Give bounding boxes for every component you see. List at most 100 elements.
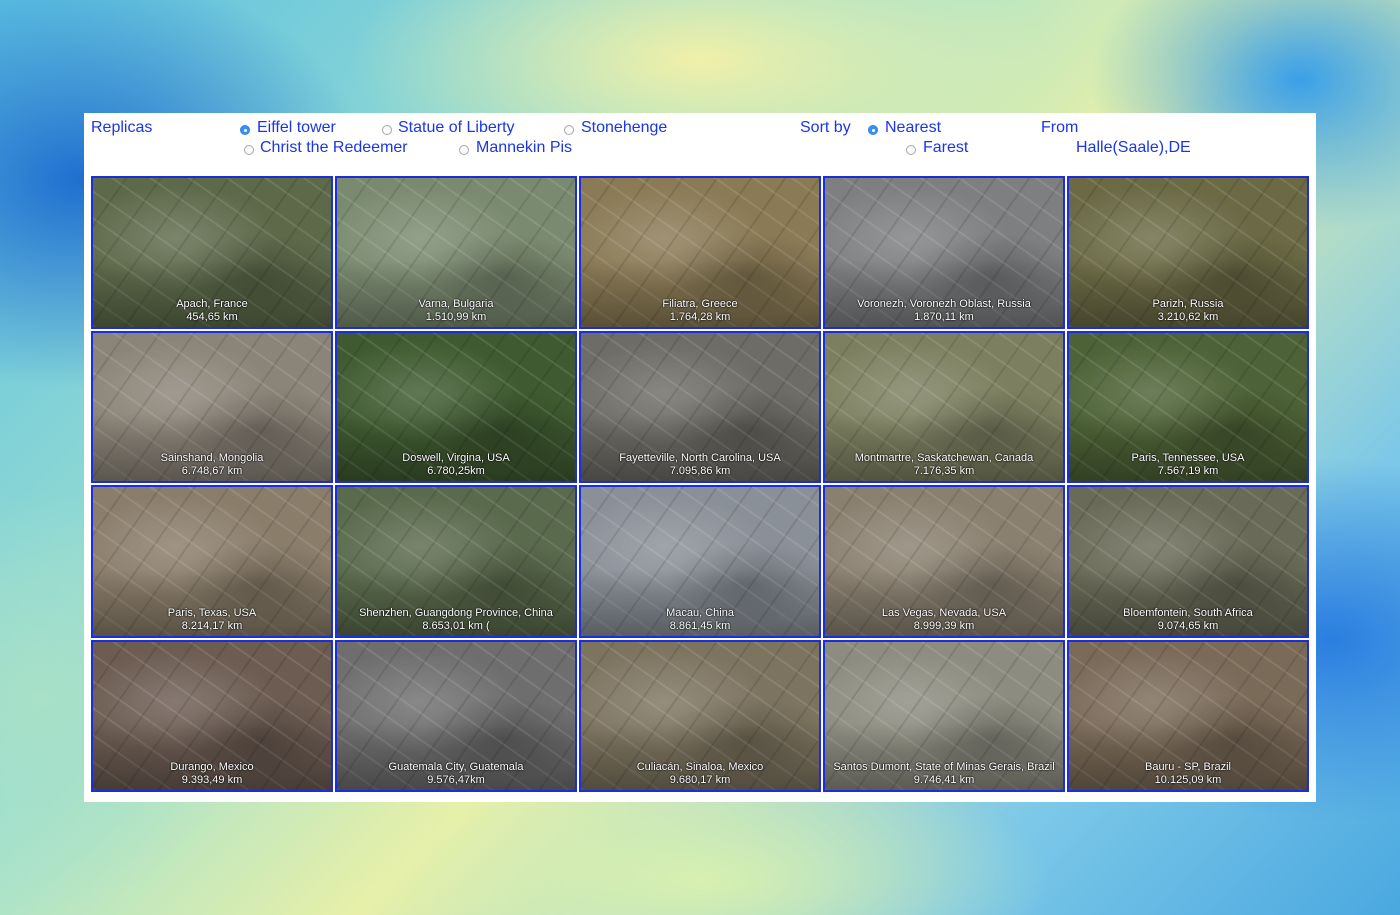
tile-distance: 1.870,11 km <box>914 310 974 323</box>
tile-caption: Filiatra, Greece 1.764,28 km <box>581 298 819 324</box>
tile-distance: 10.125,09 km <box>1154 774 1222 786</box>
radio-eiffel-tower[interactable] <box>240 125 250 135</box>
tile-place: Parizh, Russia <box>1152 297 1224 310</box>
tile-distance: 1.764,28 km <box>669 310 731 323</box>
tile-caption: Guatemala City, Guatemala 9.576,47km <box>337 761 575 787</box>
tile-distance: 7.095,86 km <box>669 465 731 477</box>
replica-tile[interactable]: Guatemala City, Guatemala 9.576,47km <box>335 639 577 792</box>
replica-panel: Replicas Eiffel tower Statue of Liberty … <box>84 113 1316 802</box>
replica-grid: Apach, France 454,65 km Varna, Bulgaria 1.5… <box>91 176 1309 792</box>
replica-tile[interactable]: Montmartre, Saskatchewan, Canada 7.176,35… <box>823 330 1065 483</box>
tile-place: Guatemala City, Guatemala <box>388 761 524 773</box>
tile-place: Shenzhen, Guangdong Province, China <box>359 606 553 619</box>
option-label-statue-of-liberty[interactable]: Statue of Liberty <box>398 119 515 137</box>
radio-christ-the-redeemer[interactable] <box>244 145 254 155</box>
tile-place: Durango, Mexico <box>170 761 254 773</box>
sort-label-farest[interactable]: Farest <box>923 139 968 157</box>
replica-tile[interactable]: Santos Dumont, State of Minas Gerais, Br… <box>823 639 1065 792</box>
tile-place: Doswell, Virgina, USA <box>402 452 510 464</box>
tile-distance: 8.653,01 km ( <box>422 619 490 632</box>
replica-tile[interactable]: Culiacán, Sinaloa, Mexico 9.680,17 km <box>579 639 821 792</box>
option-label-mannekin-pis[interactable]: Mannekin Pis <box>476 139 572 157</box>
tile-place: Bauru - SP, Brazil <box>1144 761 1231 773</box>
radio-sort-nearest[interactable] <box>868 125 878 135</box>
tile-caption: Parizh, Russia 3.210,62 km <box>1069 298 1307 324</box>
tile-caption: Paris, Tennessee, USA 7.567,19 km <box>1069 452 1307 478</box>
radio-stonehenge[interactable] <box>564 125 574 135</box>
replica-tile[interactable]: Macau, China 8.861,45 km <box>579 485 821 638</box>
tile-caption: Las Vegas, Nevada, USA 8.999,39 km <box>825 607 1063 633</box>
tile-distance: 7.567,19 km <box>1157 465 1219 477</box>
replica-tile[interactable]: Sainshand, Mongolia 6.748,67 km <box>91 330 333 483</box>
tile-place: Montmartre, Saskatchewan, Canada <box>854 452 1034 464</box>
tile-caption: Montmartre, Saskatchewan, Canada 7.176,35… <box>825 452 1063 478</box>
tile-distance: 8.214,17 km <box>181 619 243 632</box>
from-location[interactable]: Halle(Saale),DE <box>1076 139 1191 157</box>
tile-caption: Fayetteville, North Carolina, USA 7.095,8… <box>581 452 819 478</box>
radio-sort-farest[interactable] <box>906 145 916 155</box>
tile-distance: 9.074,65 km <box>1157 619 1219 632</box>
tile-caption: Macau, China 8.861,45 km <box>581 607 819 633</box>
option-label-eiffel-tower[interactable]: Eiffel tower <box>257 119 336 137</box>
replica-tile[interactable]: Voronezh, Voronezh Oblast, Russia 1.870,1… <box>823 176 1065 329</box>
tile-place: Macau, China <box>666 606 734 619</box>
tile-distance: 6.780,25km <box>427 465 485 477</box>
tile-distance: 9.746,41 km <box>913 774 975 786</box>
sort-label-nearest[interactable]: Nearest <box>885 119 941 137</box>
tile-distance: 8.861,45 km <box>669 619 731 632</box>
from-label: From <box>1041 119 1079 136</box>
tile-distance: 6.748,67 km <box>181 465 243 477</box>
option-label-christ-the-redeemer[interactable]: Christ the Redeemer <box>260 139 408 157</box>
tile-caption: Durango, Mexico 9.393,49 km <box>93 761 331 787</box>
replica-tile[interactable]: Las Vegas, Nevada, USA 8.999,39 km <box>823 485 1065 638</box>
tile-place: Fayetteville, North Carolina, USA <box>619 452 781 464</box>
tile-distance: 8.999,39 km <box>913 619 975 632</box>
replica-tile[interactable]: Durango, Mexico 9.393,49 km <box>91 639 333 792</box>
tile-distance: 454,65 km <box>186 310 238 323</box>
tile-place: Apach, France <box>176 297 248 310</box>
replica-tile[interactable]: Fayetteville, North Carolina, USA 7.095,8… <box>579 330 821 483</box>
replica-tile[interactable]: Apach, France 454,65 km <box>91 176 333 329</box>
tile-place: Bloemfontein, South Africa <box>1123 606 1253 619</box>
tile-caption: Apach, France 454,65 km <box>93 298 331 324</box>
tile-caption: Paris, Texas, USA 8.214,17 km <box>93 607 331 633</box>
tile-distance: 9.680,17 km <box>669 774 731 786</box>
tile-caption: Santos Dumont, State of Minas Gerais, Br… <box>825 761 1063 787</box>
tile-caption: Bauru - SP, Brazil 10.125,09 km <box>1069 761 1307 787</box>
tile-place: Sainshand, Mongolia <box>160 452 264 464</box>
tile-caption: Doswell, Virgina, USA 6.780,25km <box>337 452 575 478</box>
tile-caption: Culiacán, Sinaloa, Mexico 9.680,17 km <box>581 761 819 787</box>
replica-tile[interactable]: Varna, Bulgaria 1.510,99 km <box>335 176 577 329</box>
replica-tile[interactable]: Paris, Texas, USA 8.214,17 km <box>91 485 333 638</box>
tile-caption: Bloemfontein, South Africa 9.074,65 km <box>1069 607 1307 633</box>
tile-caption: Sainshand, Mongolia 6.748,67 km <box>93 452 331 478</box>
tile-place: Culiacán, Sinaloa, Mexico <box>636 761 764 773</box>
tile-distance: 9.576,47km <box>427 774 485 786</box>
tile-place: Varna, Bulgaria <box>418 297 494 310</box>
tile-place: Filiatra, Greece <box>662 297 738 310</box>
replica-tile[interactable]: Doswell, Virgina, USA 6.780,25km <box>335 330 577 483</box>
replica-tile[interactable]: Bauru - SP, Brazil 10.125,09 km <box>1067 639 1309 792</box>
replica-tile[interactable]: Filiatra, Greece 1.764,28 km <box>579 176 821 329</box>
sort-by-label: Sort by <box>800 119 851 136</box>
replica-tile[interactable]: Shenzhen, Guangdong Province, China 8.653… <box>335 485 577 638</box>
tile-place: Las Vegas, Nevada, USA <box>881 606 1007 619</box>
tile-place: Paris, Tennessee, USA <box>1131 452 1245 464</box>
replica-tile[interactable]: Bloemfontein, South Africa 9.074,65 km <box>1067 485 1309 638</box>
replicas-label: Replicas <box>91 119 153 136</box>
tile-place: Voronezh, Voronezh Oblast, Russia <box>857 297 1031 310</box>
replica-tile[interactable]: Parizh, Russia 3.210,62 km <box>1067 176 1309 329</box>
option-label-stonehenge[interactable]: Stonehenge <box>581 119 667 137</box>
tile-place: Santos Dumont, State of Minas Gerais, Br… <box>833 761 1055 773</box>
tile-distance: 7.176,35 km <box>913 465 975 477</box>
tile-caption: Voronezh, Voronezh Oblast, Russia 1.870,1… <box>825 298 1063 324</box>
radio-mannekin-pis[interactable] <box>459 145 469 155</box>
radio-statue-of-liberty[interactable] <box>382 125 392 135</box>
tile-caption: Varna, Bulgaria 1.510,99 km <box>337 298 575 324</box>
tile-distance: 1.510,99 km <box>425 310 487 323</box>
tile-distance: 3.210,62 km <box>1157 310 1219 323</box>
tile-caption: Shenzhen, Guangdong Province, China 8.653… <box>337 607 575 633</box>
tile-distance: 9.393,49 km <box>181 774 243 786</box>
replica-tile[interactable]: Paris, Tennessee, USA 7.567,19 km <box>1067 330 1309 483</box>
tile-place: Paris, Texas, USA <box>167 606 257 619</box>
